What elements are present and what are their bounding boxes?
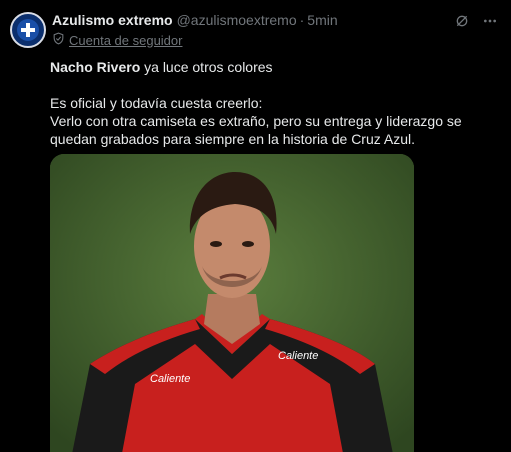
jersey-sponsor-left: Caliente [150,373,190,385]
player-photo: Caliente Caliente [50,154,414,452]
more-icon[interactable] [481,12,499,30]
post-image[interactable]: Caliente Caliente [50,154,414,452]
follow-label[interactable]: Cuenta de seguidor [69,33,182,48]
tweet: Azulismo extremo @azulismoextremo · 5min… [0,0,511,452]
text-line-3: Verlo con otra camiseta es extraño, pero… [50,113,462,147]
text-line-2: Es oficial y todavía cuesta creerlo: [50,95,263,111]
grok-icon[interactable] [453,12,471,30]
follow-indicator: Cuenta de seguidor [52,32,499,48]
text-lead-bold: Nacho Rivero [50,59,141,75]
crest-icon [17,19,39,41]
shield-icon [52,32,65,48]
account-handle[interactable]: @azulismoextremo [177,12,297,28]
jersey-sponsor-right: Caliente [278,350,318,362]
tweet-header: Azulismo extremo @azulismoextremo · 5min [52,10,499,30]
tweet-actions [453,12,499,30]
text-lead-rest: ya luce otros colores [140,59,273,75]
timestamp[interactable]: 5min [307,12,337,28]
account-name[interactable]: Azulismo extremo [52,12,173,28]
text-line-1: Nacho Rivero ya luce otros colores [50,58,499,76]
separator: · [299,12,305,28]
tweet-text: Nacho Rivero ya luce otros colores Es of… [50,58,499,148]
tweet-body: Azulismo extremo @azulismoextremo · 5min… [52,10,499,48]
avatar[interactable] [10,12,46,48]
